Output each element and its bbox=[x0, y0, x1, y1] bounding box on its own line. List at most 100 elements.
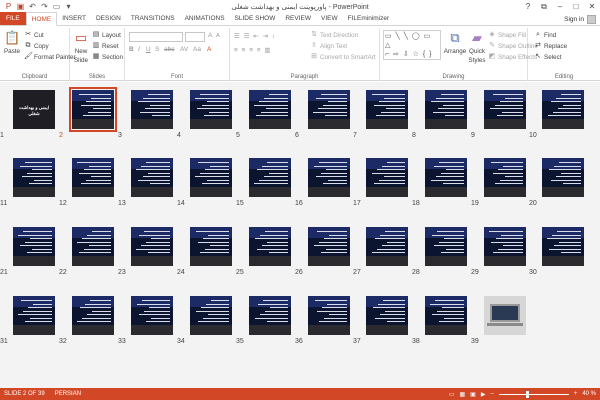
slide-thumbnail-image[interactable] bbox=[249, 227, 291, 266]
tab-slide-show[interactable]: SLIDE SHOW bbox=[230, 12, 281, 25]
slide-thumbnail-image[interactable] bbox=[72, 227, 114, 266]
slide-thumbnail[interactable]: 12 bbox=[59, 158, 114, 207]
slide-show-view-icon[interactable]: ▶ bbox=[481, 391, 486, 398]
save-icon[interactable]: ▣ bbox=[16, 2, 25, 11]
slide-thumbnail-image[interactable] bbox=[308, 90, 350, 129]
slide-thumbnail[interactable]: 3 bbox=[118, 90, 173, 139]
new-slide-button[interactable]: ▭ New Slide bbox=[73, 30, 89, 64]
slide-thumbnail[interactable]: 22 bbox=[59, 227, 114, 276]
start-from-beginning-icon[interactable]: ▭ bbox=[52, 2, 61, 11]
font-name-combo[interactable] bbox=[129, 32, 183, 42]
slide-thumbnail[interactable]: 14 bbox=[177, 158, 232, 207]
grow-font-button[interactable]: A bbox=[208, 32, 212, 39]
zoom-level[interactable]: 40 % bbox=[582, 391, 596, 397]
slide-thumbnail[interactable]: 19 bbox=[471, 158, 526, 207]
slide-thumbnail-image[interactable] bbox=[249, 90, 291, 129]
slide-thumbnail-image[interactable] bbox=[425, 227, 467, 266]
find-button[interactable]: ⌕ Find bbox=[534, 31, 556, 39]
slide-thumbnail[interactable]: 9 bbox=[471, 90, 526, 139]
reading-view-icon[interactable]: ▣ bbox=[470, 391, 476, 398]
tab-review[interactable]: REVIEW bbox=[280, 12, 316, 25]
slide-thumbnail-image[interactable] bbox=[13, 158, 55, 197]
slide-thumbnail[interactable]: 5 bbox=[236, 90, 291, 139]
bullets-numbering-icons[interactable]: ☰ ☰ ⇤ ⇥ ↕ bbox=[234, 32, 276, 40]
slide-thumbnail-image[interactable] bbox=[131, 158, 173, 197]
slide-thumbnail[interactable]: 4 bbox=[177, 90, 232, 139]
slide-thumbnail[interactable]: ایمنی و بهداشت شغلی 1 bbox=[0, 90, 55, 139]
layout-button[interactable]: ▤ Layout bbox=[92, 31, 121, 39]
tab-transitions[interactable]: TRANSITIONS bbox=[126, 12, 180, 25]
paste-button[interactable]: 📋 Paste bbox=[3, 30, 21, 55]
maximize-button[interactable]: □ bbox=[568, 0, 584, 13]
slide-thumbnail[interactable]: 37 bbox=[353, 296, 408, 345]
slide-thumbnail[interactable]: 26 bbox=[295, 227, 350, 276]
reset-button[interactable]: ▥ Reset bbox=[92, 42, 119, 50]
slide-thumbnail[interactable]: 32 bbox=[59, 296, 114, 345]
slide-sorter-view-icon[interactable]: ▦ bbox=[459, 391, 465, 398]
zoom-slider[interactable] bbox=[498, 390, 569, 398]
slide-thumbnail[interactable]: 39 bbox=[471, 296, 526, 345]
character-spacing-button[interactable]: AV bbox=[180, 46, 188, 53]
slide-thumbnail[interactable]: 15 bbox=[236, 158, 291, 207]
text-direction-button[interactable]: ⇅ Text Direction bbox=[310, 31, 358, 39]
slide-thumbnail[interactable]: 16 bbox=[295, 158, 350, 207]
tab-view[interactable]: VIEW bbox=[316, 12, 343, 25]
zoom-slider-knob[interactable] bbox=[525, 390, 529, 398]
slide-thumbnail[interactable]: 27 bbox=[353, 227, 408, 276]
slide-thumbnail[interactable]: 18 bbox=[412, 158, 467, 207]
zoom-out-button[interactable]: – bbox=[490, 391, 493, 397]
slide-thumbnail-image[interactable] bbox=[249, 158, 291, 197]
sign-in[interactable]: Sign in bbox=[564, 13, 596, 26]
slide-thumbnail-image[interactable] bbox=[190, 296, 232, 335]
slide-thumbnail[interactable]: 33 bbox=[118, 296, 173, 345]
slide-thumbnail-image[interactable] bbox=[425, 158, 467, 197]
tab-animations[interactable]: ANIMATIONS bbox=[180, 12, 230, 25]
slide-thumbnail[interactable]: 6 bbox=[295, 90, 350, 139]
slide-thumbnail[interactable]: 24 bbox=[177, 227, 232, 276]
slide-thumbnail[interactable]: 8 bbox=[412, 90, 467, 139]
slide-thumbnail-image[interactable] bbox=[425, 90, 467, 129]
undo-icon[interactable]: ↶ bbox=[28, 2, 37, 11]
slide-thumbnail-image[interactable] bbox=[484, 227, 526, 266]
slide-thumbnail-image[interactable] bbox=[72, 158, 114, 197]
slide-thumbnail-image[interactable] bbox=[72, 296, 114, 335]
slide-thumbnail-image[interactable] bbox=[484, 90, 526, 129]
slide-thumbnail-image[interactable] bbox=[308, 296, 350, 335]
sign-in-label[interactable]: Sign in bbox=[564, 13, 584, 26]
slide-thumbnail-image[interactable] bbox=[13, 227, 55, 266]
slide-thumbnail-image[interactable] bbox=[366, 227, 408, 266]
replace-button[interactable]: ⇄ Replace bbox=[534, 42, 567, 50]
slide-thumbnail-image[interactable] bbox=[249, 296, 291, 335]
slide-thumbnail-image[interactable] bbox=[308, 227, 350, 266]
redo-icon[interactable]: ↷ bbox=[40, 2, 49, 11]
slide-thumbnail-image[interactable] bbox=[131, 227, 173, 266]
align-text-button[interactable]: ⇳ Align Text bbox=[310, 42, 347, 50]
slide-thumbnail-image[interactable] bbox=[542, 158, 584, 197]
slide-thumbnail-image[interactable] bbox=[131, 296, 173, 335]
convert-smartart-button[interactable]: ⊞ Convert to SmartArt bbox=[310, 53, 376, 61]
slide-thumbnail[interactable]: 21 bbox=[0, 227, 55, 276]
cut-button[interactable]: ✂ Cut bbox=[24, 31, 44, 39]
slide-thumbnail[interactable]: 20 bbox=[529, 158, 584, 207]
bold-button[interactable]: B bbox=[129, 46, 134, 53]
slide-thumbnail-image[interactable] bbox=[131, 90, 173, 129]
tab-design[interactable]: DESIGN bbox=[91, 12, 126, 25]
shrink-font-button[interactable]: A bbox=[216, 33, 220, 39]
select-button[interactable]: ↖ Select bbox=[534, 53, 561, 61]
slide-thumbnail-image[interactable] bbox=[13, 296, 55, 335]
slide-thumbnail[interactable]: 2 bbox=[59, 87, 117, 139]
close-button[interactable]: ✕ bbox=[584, 0, 600, 13]
slide-thumbnail-image[interactable] bbox=[366, 90, 408, 129]
slide-thumbnail-image[interactable] bbox=[542, 90, 584, 129]
slide-thumbnail[interactable]: 35 bbox=[236, 296, 291, 345]
tab-home[interactable]: HOME bbox=[25, 12, 58, 26]
minimize-button[interactable]: – bbox=[552, 0, 568, 13]
tab-insert[interactable]: INSERT bbox=[57, 12, 91, 25]
quick-styles-button[interactable]: ▰ Quick Styles bbox=[466, 30, 488, 64]
slide-thumbnail[interactable]: 13 bbox=[118, 158, 173, 207]
slide-thumbnail-image[interactable] bbox=[190, 227, 232, 266]
slide-thumbnail-image[interactable] bbox=[425, 296, 467, 335]
format-painter-button[interactable]: 🖌 Format Painter bbox=[24, 53, 76, 61]
shape-fill-button[interactable]: ◈ Shape Fill bbox=[488, 31, 526, 39]
slide-thumbnail[interactable]: 30 bbox=[529, 227, 584, 276]
